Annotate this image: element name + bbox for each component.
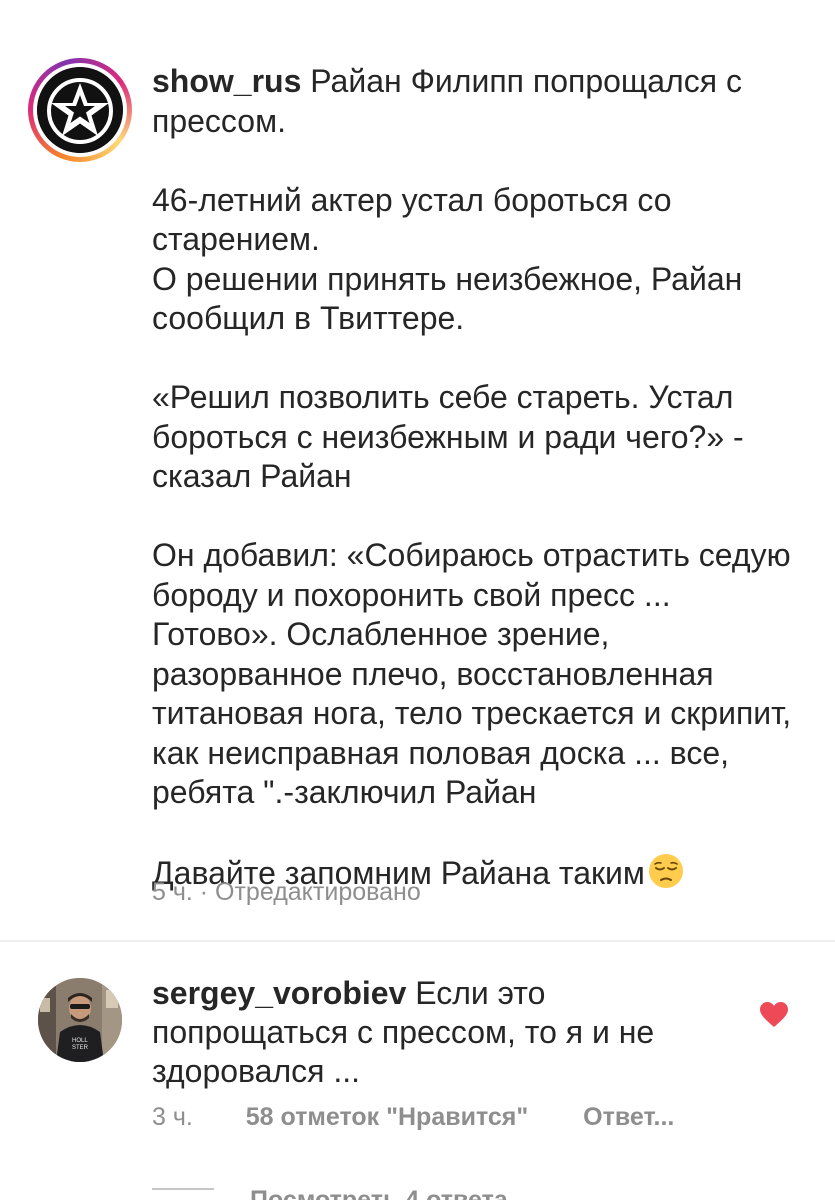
author-avatar[interactable] xyxy=(28,58,132,162)
comment-likes-link[interactable]: 58 отметок "Нравится" xyxy=(246,1103,528,1132)
svg-text:HOLL: HOLL xyxy=(72,1038,88,1044)
pensive-face-emoji-icon xyxy=(647,852,685,890)
view-replies-label: Посмотреть 4 ответа xyxy=(250,1186,508,1200)
divider xyxy=(0,940,835,942)
heart-icon[interactable] xyxy=(760,1002,788,1028)
commenter-avatar[interactable]: HOLL STER xyxy=(38,978,122,1062)
star-logo-icon xyxy=(37,67,123,153)
comment-timestamp: 3 ч. xyxy=(152,1103,193,1131)
caption-text: show_rus Райан Филипп попрощался с пресс… xyxy=(152,62,792,894)
comment-text: sergey_vorobiev Если это попрощаться с п… xyxy=(152,974,712,1091)
view-replies-link[interactable]: Посмотреть 4 ответа xyxy=(152,1180,835,1200)
replies-divider-line xyxy=(152,1187,214,1190)
reply-button[interactable]: Ответ... xyxy=(583,1103,674,1132)
commenter-username[interactable]: sergey_vorobiev xyxy=(152,975,406,1011)
comment-actions: 3 ч. 58 отметок "Нравится" Ответ... xyxy=(152,1103,674,1132)
author-username[interactable]: show_rus xyxy=(152,63,301,99)
caption-body: Райан Филипп попрощался с прессом. 46-ле… xyxy=(152,63,792,891)
post-caption: show_rus Райан Филипп попрощался с пресс… xyxy=(0,0,835,940)
svg-text:STER: STER xyxy=(72,1045,89,1051)
post-timestamp: 5 ч. · Отредактировано xyxy=(152,878,421,906)
